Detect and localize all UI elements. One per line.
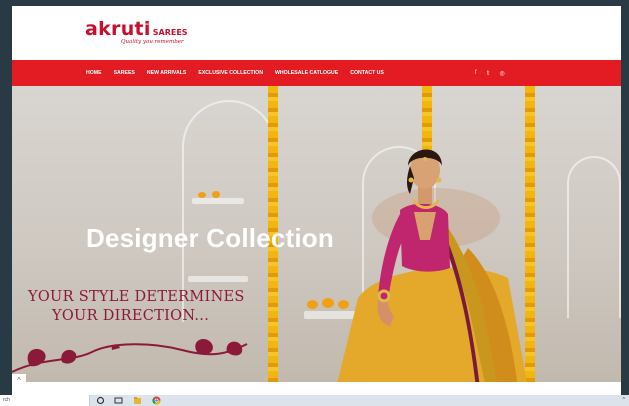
facebook-icon[interactable]: f [475, 70, 477, 76]
hero-tagline-line1: YOUR STYLE DETERMINES [28, 289, 245, 305]
taskbar-search-input[interactable]: rch [0, 395, 90, 406]
cortana-icon[interactable] [96, 396, 105, 405]
site-logo[interactable]: akruti SAREES Quality you remember [85, 18, 188, 45]
hero-banner: Designer Collection YOUR STYLE DETERMINE… [12, 86, 621, 382]
logo-suffix: SAREES [152, 28, 188, 37]
model-image [337, 149, 527, 382]
logo-wordmark: akruti [85, 18, 151, 40]
marigold-bowl [307, 300, 318, 309]
nav-item-contact-us[interactable]: CONTACT US [350, 70, 384, 76]
pinterest-icon[interactable]: ◎ [499, 70, 504, 77]
os-taskbar: rch ^ [0, 395, 629, 406]
nav-item-sarees[interactable]: SAREES [114, 70, 135, 76]
decor-arch [567, 156, 621, 318]
nav-menu: HOME SAREES NEW ARRIVALS EXCLUSIVE COLLECTI… [86, 60, 384, 86]
file-explorer-icon[interactable] [133, 396, 142, 405]
nav-item-exclusive-collection[interactable]: EXCLUSIVE COLLECTION [198, 70, 263, 76]
scroll-up-arrow-icon[interactable]: ^ [12, 374, 26, 388]
tray-overflow-icon[interactable]: ^ [623, 395, 625, 406]
nav-item-home[interactable]: HOME [86, 70, 102, 76]
page-below-fold [12, 382, 621, 395]
decor-shelf [188, 276, 248, 282]
task-view-icon[interactable] [114, 396, 123, 405]
browser-viewport: akruti SAREES Quality you remember HOME SA… [12, 6, 621, 395]
nav-item-new-arrivals[interactable]: NEW ARRIVALS [147, 70, 186, 76]
hero-title: Designer Collection [86, 223, 334, 253]
social-links: f 𝕥 ◎ [475, 60, 505, 86]
twitter-icon[interactable]: 𝕥 [487, 70, 490, 77]
site-header: akruti SAREES Quality you remember [12, 6, 621, 60]
main-navigation: HOME SAREES NEW ARRIVALS EXCLUSIVE COLLECTI… [12, 60, 621, 86]
decor-shelf [192, 198, 244, 204]
marigold-bowl [212, 191, 220, 198]
nav-item-wholesale-catlogue[interactable]: WHOLESALE CATLOGUE [275, 70, 338, 76]
floral-flourish [12, 338, 248, 373]
marigold-bowl [198, 192, 206, 198]
logo-tagline: Quality you remember [121, 39, 184, 45]
chrome-icon[interactable] [152, 396, 161, 405]
